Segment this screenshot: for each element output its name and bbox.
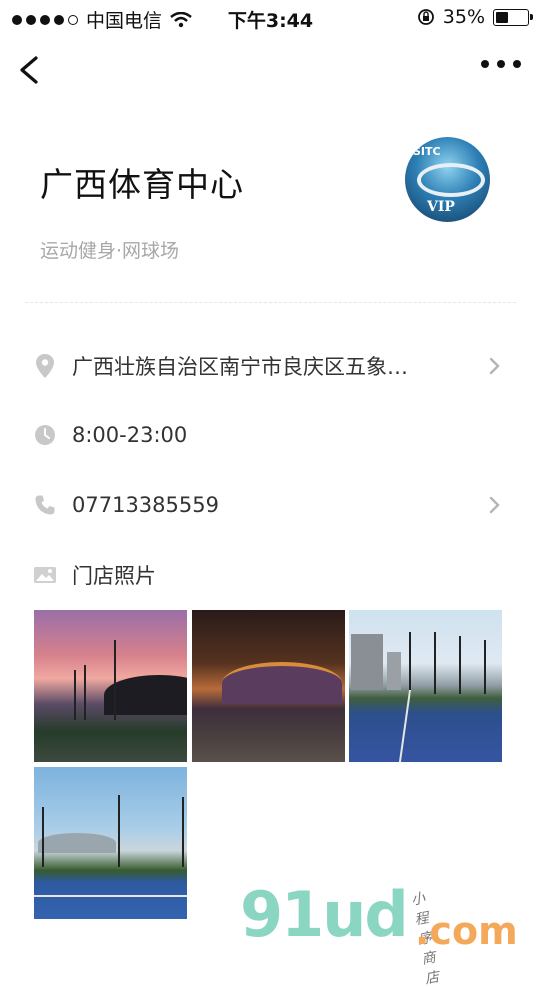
photos-label: 门店照片 [72, 564, 156, 588]
hours-row: 8:00-23:00 [32, 410, 512, 460]
chevron-right-icon [489, 357, 500, 375]
venue-photo[interactable] [192, 610, 345, 762]
vip-badge: VIP [427, 199, 455, 215]
image-icon [32, 562, 58, 588]
more-dot [497, 60, 505, 68]
location-pin-icon [32, 353, 58, 379]
venue-photo[interactable] [34, 767, 187, 919]
more-options-button[interactable] [481, 60, 521, 68]
more-dot [513, 60, 521, 68]
clock-icon [32, 422, 58, 448]
venue-photo[interactable] [34, 610, 187, 762]
hours-text: 8:00-23:00 [72, 423, 188, 447]
status-bar: 中国电信 下午3:44 35% [0, 0, 541, 36]
venue-title: 广西体育中心 [40, 165, 244, 204]
logo-ring [417, 163, 485, 197]
divider [25, 302, 516, 303]
phone-text: 07713385559 [72, 493, 219, 517]
nav-bar [0, 40, 541, 100]
venue-logo: SITC VIP [405, 137, 490, 222]
battery-icon [493, 8, 533, 26]
chevron-right-icon [489, 496, 500, 514]
venue-photo[interactable] [349, 610, 502, 762]
watermark-domain: .com [415, 909, 518, 953]
more-dot [481, 60, 489, 68]
orientation-lock-icon [417, 9, 434, 25]
logo-text: SITC [413, 145, 441, 158]
address-text: 广西壮族自治区南宁市良庆区五象… [72, 355, 408, 379]
back-arrow-icon[interactable] [14, 48, 50, 92]
phone-icon [32, 492, 58, 518]
phone-row[interactable]: 07713385559 [32, 480, 512, 530]
watermark-brand: 91ud [240, 878, 409, 951]
address-row[interactable]: 广西壮族自治区南宁市良庆区五象… [32, 341, 512, 391]
photos-row: 门店照片 [32, 550, 512, 600]
venue-category: 运动健身·网球场 [40, 240, 180, 262]
battery-percent: 35% [442, 6, 485, 28]
status-right: 35% [417, 6, 533, 28]
